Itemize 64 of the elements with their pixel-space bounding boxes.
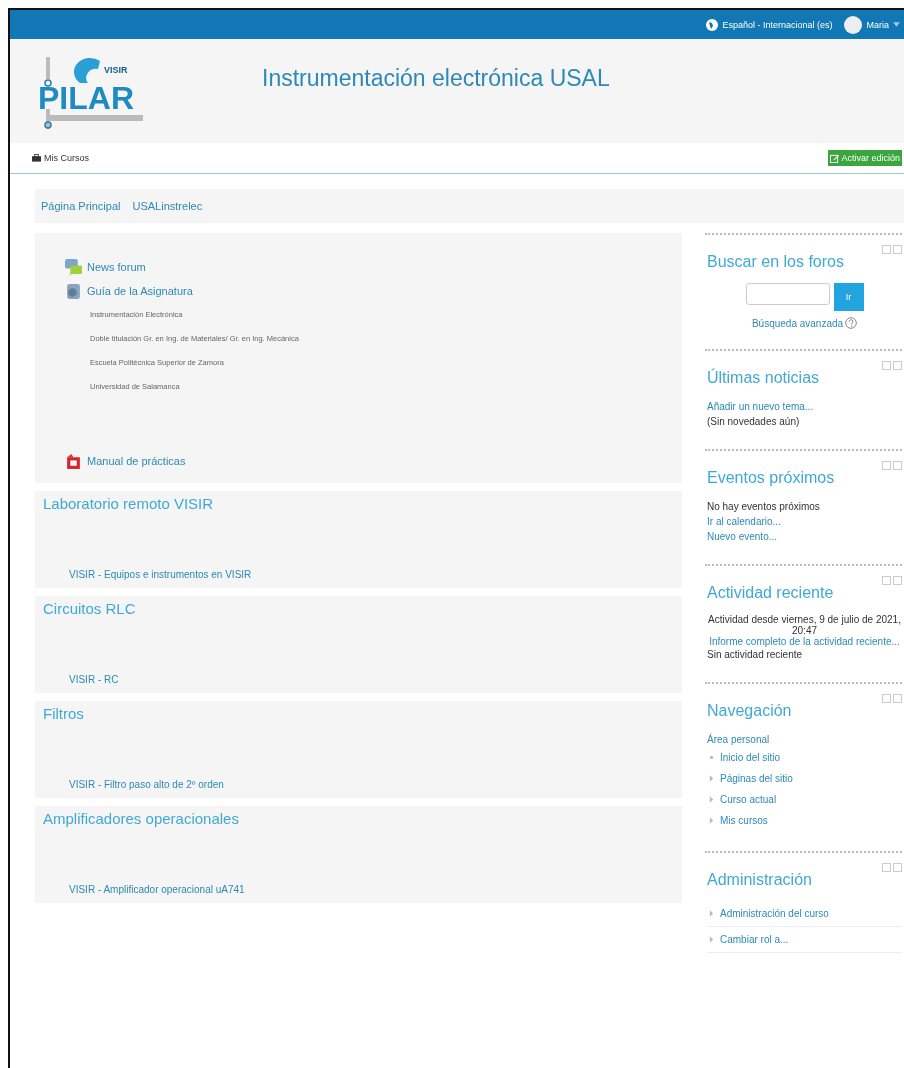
search-button[interactable]: Ir [833,283,864,311]
block-controls-icon[interactable] [882,863,902,872]
nav-item[interactable]: Inicio del sitio [720,752,781,763]
course-title: Instrumentación electrónica USAL [262,65,610,92]
block-link[interactable]: Informe completo de la actividad reciente... [707,636,902,647]
block-link[interactable]: Añadir un nuevo tema... [707,399,902,414]
document-icon [65,282,82,300]
block-title: Navegación [707,701,792,720]
search-field[interactable] [745,283,830,305]
block-text: No hay eventos próximos [707,500,821,514]
language-menu[interactable]: Español - Internacional (es) [706,18,833,31]
nav-item[interactable]: Páginas del sitio [720,773,793,784]
block-title: Últimas noticias [707,367,820,387]
block-title: Buscar en los foros [707,252,844,271]
section-title: Laboratorio remoto VISIR [43,495,215,512]
block-link[interactable]: Área personal [707,732,902,747]
breadcrumb-link[interactable]: Página Principal [41,200,121,212]
block-link[interactable]: Ir al calendario... [707,514,902,529]
edit-icon [830,153,840,163]
block-controls-icon[interactable] [882,694,902,703]
logo: VISIR PILAR [34,53,144,133]
section-title: Circuitos RLC [43,600,137,617]
expand-arrow-icon[interactable] [709,910,714,917]
lab-link[interactable]: VISIR - RC [69,674,674,687]
block-title: Actividad reciente [707,583,834,602]
expand-arrow-icon[interactable] [709,796,714,803]
my-courses-link[interactable]: Mis Cursos [32,153,89,163]
globe-icon [706,18,719,31]
nav-item[interactable]: Cambiar rol a... [720,934,789,945]
advanced-search-link[interactable]: Búsqueda avanzada [751,317,844,329]
user-menu[interactable]: Maria [844,15,900,34]
chat-icon [65,258,82,276]
caret-icon [893,22,900,27]
block-text: (Sin novedades aún) [707,415,801,429]
avatar-icon [844,15,863,34]
nav-item[interactable]: Mis cursos [720,815,768,826]
block-controls-icon[interactable] [882,361,902,370]
block-link[interactable]: Nuevo evento... [707,529,902,544]
activity-link[interactable]: Guía de la Asignatura [65,279,682,303]
block-title: Administración [707,870,812,889]
nav-item[interactable]: Administración del curso [720,908,829,919]
lab-link[interactable]: VISIR - Equipos e instrumentos en VISIR [69,569,674,582]
section-title: Filtros [43,705,85,722]
lab-link[interactable]: VISIR - Amplificador operacional uA741 [69,884,674,897]
expand-arrow-icon[interactable] [709,936,714,943]
expand-arrow-icon[interactable] [709,775,714,782]
nav-item[interactable]: Curso actual [720,794,777,805]
breadcrumb-link[interactable]: USALinstrelec [132,200,203,212]
block-text: Sin actividad reciente [707,648,804,662]
block-controls-icon[interactable] [882,576,902,585]
lab-link[interactable]: VISIR - Filtro paso alto de 2º orden [69,779,674,792]
bullet-icon [709,754,714,761]
section-title: Amplificadores operacionales [43,810,240,827]
block-controls-icon[interactable] [882,461,902,470]
expand-arrow-icon[interactable] [709,817,714,824]
block-controls-icon[interactable] [882,245,902,254]
activity-link[interactable]: News forum [65,255,682,279]
block-title: Eventos próximos [707,468,835,487]
block-text: Actividad desde viernes, 9 de julio de 2021, 20:47 [707,614,902,636]
pdf-icon [65,452,82,470]
activity-link[interactable]: Manual de prácticas [65,449,682,473]
edit-mode-button[interactable]: Activar edición [828,150,902,166]
briefcase-icon [32,154,41,162]
help-icon[interactable] [845,317,858,329]
